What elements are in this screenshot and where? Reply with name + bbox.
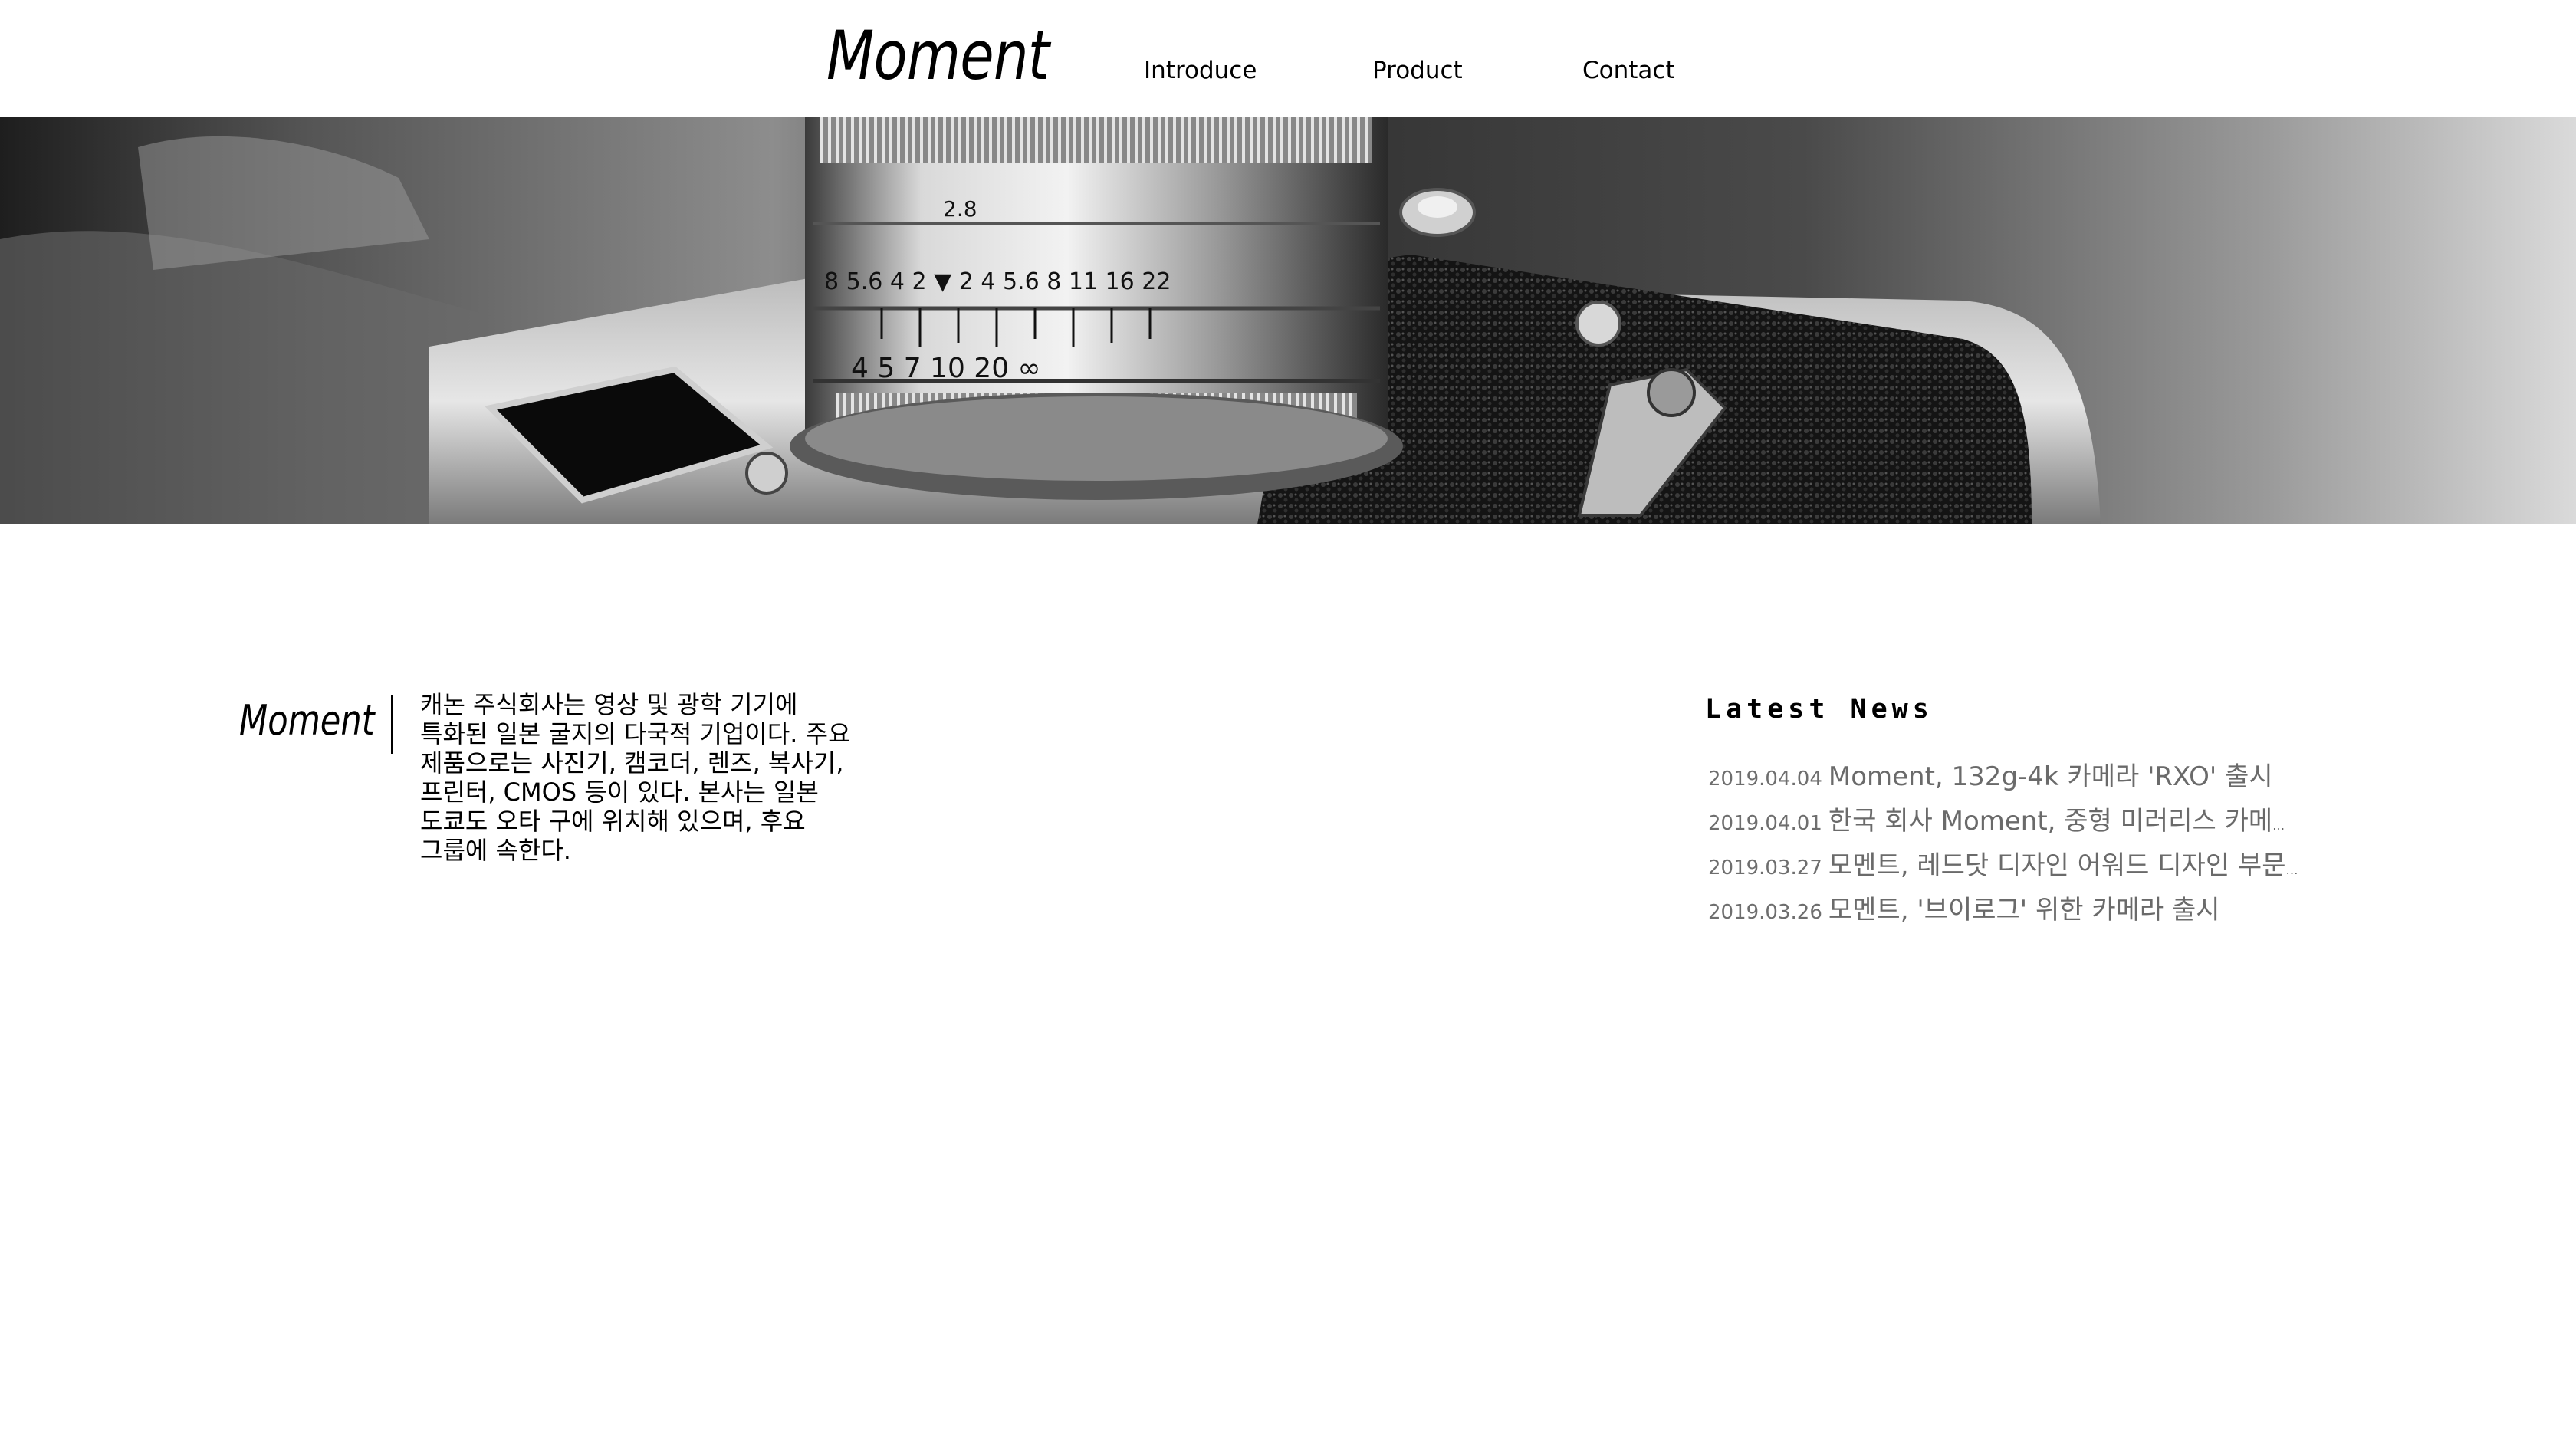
news-date: 2019.04.01 — [1708, 812, 1822, 835]
lens-distance-marking: 4 5 7 10 20 ∞ — [851, 353, 1041, 384]
news-item[interactable]: 2019.04.04 Moment, 132g-4k 카메라 'RXO' 출시 — [1708, 755, 2306, 800]
nav-introduce[interactable]: Introduce — [1144, 55, 1257, 86]
lens-aperture-marking: 2.8 — [943, 196, 978, 222]
lens-scale-marking: 8 5.6 4 2 ▼ 2 4 5.6 8 11 16 22 — [824, 268, 1171, 295]
news-item[interactable]: 2019.04.01 한국 회사 Moment, 중형 미러리스 카메라 ... — [1708, 800, 2306, 844]
nav-contact[interactable]: Contact — [1582, 55, 1675, 86]
news-date: 2019.03.27 — [1708, 856, 1822, 879]
header-logo[interactable]: Moment — [826, 14, 1050, 98]
intro-divider — [391, 695, 393, 754]
news-headline: 모멘트, 레드닷 디자인 어워드 디자인 부문 ... — [1828, 850, 2306, 881]
news-date: 2019.03.26 — [1708, 901, 1822, 924]
intro-logo: Moment — [239, 696, 375, 745]
news-item[interactable]: 2019.03.27 모멘트, 레드닷 디자인 어워드 디자인 부문 ... — [1708, 844, 2306, 889]
news-list: 2019.04.04 Moment, 132g-4k 카메라 'RXO' 출시 2… — [1708, 755, 2306, 933]
news-date: 2019.04.04 — [1708, 768, 1822, 791]
news-heading: Latest News — [1705, 694, 1934, 725]
hero-camera-image: 2.8 8 5.6 4 2 ▼ 2 4 5.6 8 11 16 22 4 5 7… — [0, 117, 2576, 524]
news-headline: 모멘트, '브이로그' 위한 카메라 출시 — [1828, 895, 2220, 925]
nav-product[interactable]: Product — [1372, 55, 1463, 86]
hero-banner: 2.8 8 5.6 4 2 ▼ 2 4 5.6 8 11 16 22 4 5 7… — [0, 117, 2576, 524]
intro-description: 캐논 주식회사는 영상 및 광학 기기에 특화된 일본 굴지의 다국적 기업이다… — [420, 690, 851, 865]
news-headline: 한국 회사 Moment, 중형 미러리스 카메라 ... — [1828, 806, 2306, 837]
news-item[interactable]: 2019.03.26 모멘트, '브이로그' 위한 카메라 출시 — [1708, 889, 2306, 933]
news-headline: Moment, 132g-4k 카메라 'RXO' 출시 — [1828, 761, 2273, 792]
site-header: Moment Introduce Product Contact — [0, 0, 2576, 117]
